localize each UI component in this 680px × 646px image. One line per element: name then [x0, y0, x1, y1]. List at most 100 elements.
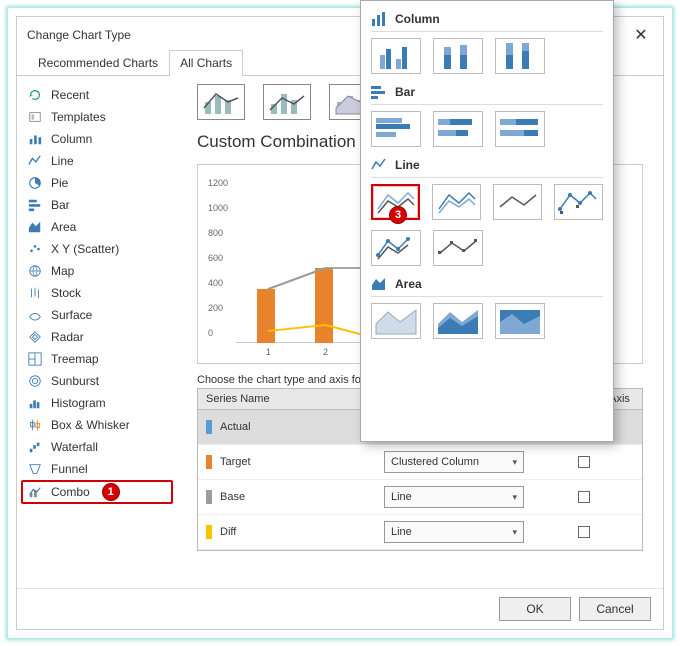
- dialog-title: Change Chart Type: [27, 28, 131, 42]
- chevron-down-icon: ▾: [512, 492, 517, 503]
- line-icon: [27, 153, 43, 169]
- gallery-group-area: Area: [371, 276, 603, 292]
- sidebar-item-label: Combo: [51, 485, 90, 499]
- sidebar-item-histogram[interactable]: Histogram: [21, 392, 173, 414]
- secondary-axis-checkbox[interactable]: [578, 491, 590, 503]
- gallery-thumb-stacked-line[interactable]: [432, 184, 481, 220]
- gallery-thumb-100-stacked-line[interactable]: [493, 184, 542, 220]
- sidebar-item-label: Funnel: [51, 462, 88, 476]
- secondary-axis-checkbox[interactable]: [578, 456, 590, 468]
- surface-icon: [27, 307, 43, 323]
- sidebar-item-waterfall[interactable]: Waterfall: [21, 436, 173, 458]
- sidebar-item-stock[interactable]: Stock: [21, 282, 173, 304]
- sidebar-item-label: Stock: [51, 286, 81, 300]
- chevron-down-icon: ▾: [512, 527, 517, 538]
- sidebar-item-templates[interactable]: Templates: [21, 106, 173, 128]
- gallery-thumb-100-stacked-line-markers[interactable]: [433, 230, 483, 266]
- series-row[interactable]: Base Line ▾: [198, 480, 642, 515]
- tab-recommended-charts[interactable]: Recommended Charts: [27, 50, 169, 76]
- callout-1: 1: [102, 483, 120, 501]
- combo-style-thumb-2[interactable]: [263, 84, 311, 120]
- sidebar-item-label: Surface: [51, 308, 92, 322]
- series-type-select[interactable]: Clustered Column▾: [384, 451, 524, 473]
- series-type-select[interactable]: Line ▾: [384, 521, 524, 543]
- combo-style-thumb-1[interactable]: [197, 84, 245, 120]
- sidebar-item-map[interactable]: Map: [21, 260, 173, 282]
- y-tick: 1200: [208, 178, 228, 188]
- area-icon: [27, 219, 43, 235]
- bar-icon: [371, 84, 387, 100]
- series-row[interactable]: Diff Line ▾: [198, 515, 642, 550]
- sunburst-icon: [27, 373, 43, 389]
- close-button[interactable]: ✕: [629, 25, 653, 45]
- gallery-thumb-stacked-line-markers[interactable]: [371, 230, 421, 266]
- map-icon: [27, 263, 43, 279]
- series-name: Diff: [220, 526, 236, 538]
- sidebar-item-label: Treemap: [51, 352, 99, 366]
- series-type-value: Line: [391, 491, 412, 503]
- sidebar-item-label: Box & Whisker: [51, 418, 130, 432]
- sidebar-item-combo[interactable]: Combo 1: [21, 480, 173, 504]
- sidebar-item-bar[interactable]: Bar: [21, 194, 173, 216]
- sidebar-item-funnel[interactable]: Funnel: [21, 458, 173, 480]
- gallery-thumb-clustered-bar[interactable]: [371, 111, 421, 147]
- sidebar-item-recent[interactable]: Recent: [21, 84, 173, 106]
- sidebar-item-label: Line: [51, 154, 74, 168]
- sidebar-item-pie[interactable]: Pie: [21, 172, 173, 194]
- chart-type-gallery-dropdown[interactable]: Column Bar Line 3 Area: [360, 0, 614, 442]
- waterfall-icon: [27, 439, 43, 455]
- series-color-swatch: [206, 525, 212, 539]
- sidebar-item-sunburst[interactable]: Sunburst: [21, 370, 173, 392]
- gallery-thumb-clustered-column[interactable]: [371, 38, 421, 74]
- series-name: Actual: [220, 421, 251, 433]
- gallery-group-line: Line: [371, 157, 603, 173]
- series-color-swatch: [206, 490, 212, 504]
- sidebar-item-xy[interactable]: X Y (Scatter): [21, 238, 173, 260]
- series-type-value: Clustered Column: [391, 456, 479, 468]
- y-tick: 1000: [208, 203, 228, 213]
- series-row[interactable]: TargetClustered Column▾: [198, 445, 642, 480]
- stock-icon: [27, 285, 43, 301]
- gallery-thumb-area[interactable]: [371, 303, 421, 339]
- dialog-button-bar: OK Cancel: [17, 588, 663, 629]
- ok-button[interactable]: OK: [499, 597, 571, 621]
- treemap-icon: [27, 351, 43, 367]
- sidebar-item-label: Column: [51, 132, 92, 146]
- gallery-group-column: Column: [371, 11, 603, 27]
- sidebar-item-surface[interactable]: Surface: [21, 304, 173, 326]
- gallery-thumb-stacked-column[interactable]: [433, 38, 483, 74]
- sidebar-item-label: X Y (Scatter): [51, 242, 119, 256]
- tab-all-charts[interactable]: All Charts: [169, 50, 243, 76]
- sidebar-item-area[interactable]: Area: [21, 216, 173, 238]
- cancel-button[interactable]: Cancel: [579, 597, 651, 621]
- gallery-thumb-100-stacked-bar[interactable]: [495, 111, 545, 147]
- series-type-value: Line: [391, 526, 412, 538]
- pie-icon: [27, 175, 43, 191]
- series-type-select[interactable]: Line ▾: [384, 486, 524, 508]
- gallery-thumb-stacked-area[interactable]: [433, 303, 483, 339]
- xy-icon: [27, 241, 43, 257]
- gallery-thumb-stacked-bar[interactable]: [433, 111, 483, 147]
- column-icon: [27, 131, 43, 147]
- series-name: Base: [220, 491, 245, 503]
- line-icon: [371, 157, 387, 173]
- y-tick: 0: [208, 328, 213, 338]
- sidebar-item-boxwhisker[interactable]: Box & Whisker: [21, 414, 173, 436]
- gallery-thumb-line-markers[interactable]: [554, 184, 603, 220]
- y-tick: 400: [208, 278, 223, 288]
- x-tick: 1: [266, 347, 271, 357]
- gallery-thumb-100-stacked-column[interactable]: [495, 38, 545, 74]
- y-tick: 600: [208, 253, 223, 263]
- sidebar-item-line[interactable]: Line: [21, 150, 173, 172]
- gallery-group-label: Line: [395, 158, 420, 172]
- sidebar-item-label: Pie: [51, 176, 68, 190]
- y-tick: 200: [208, 303, 223, 313]
- sidebar-item-radar[interactable]: Radar: [21, 326, 173, 348]
- gallery-thumb-100-stacked-area[interactable]: [495, 303, 545, 339]
- sidebar-item-treemap[interactable]: Treemap: [21, 348, 173, 370]
- series-color-swatch: [206, 455, 212, 469]
- boxwhisker-icon: [27, 417, 43, 433]
- gallery-thumb-line[interactable]: 3: [371, 184, 420, 220]
- secondary-axis-checkbox[interactable]: [578, 526, 590, 538]
- sidebar-item-column[interactable]: Column: [21, 128, 173, 150]
